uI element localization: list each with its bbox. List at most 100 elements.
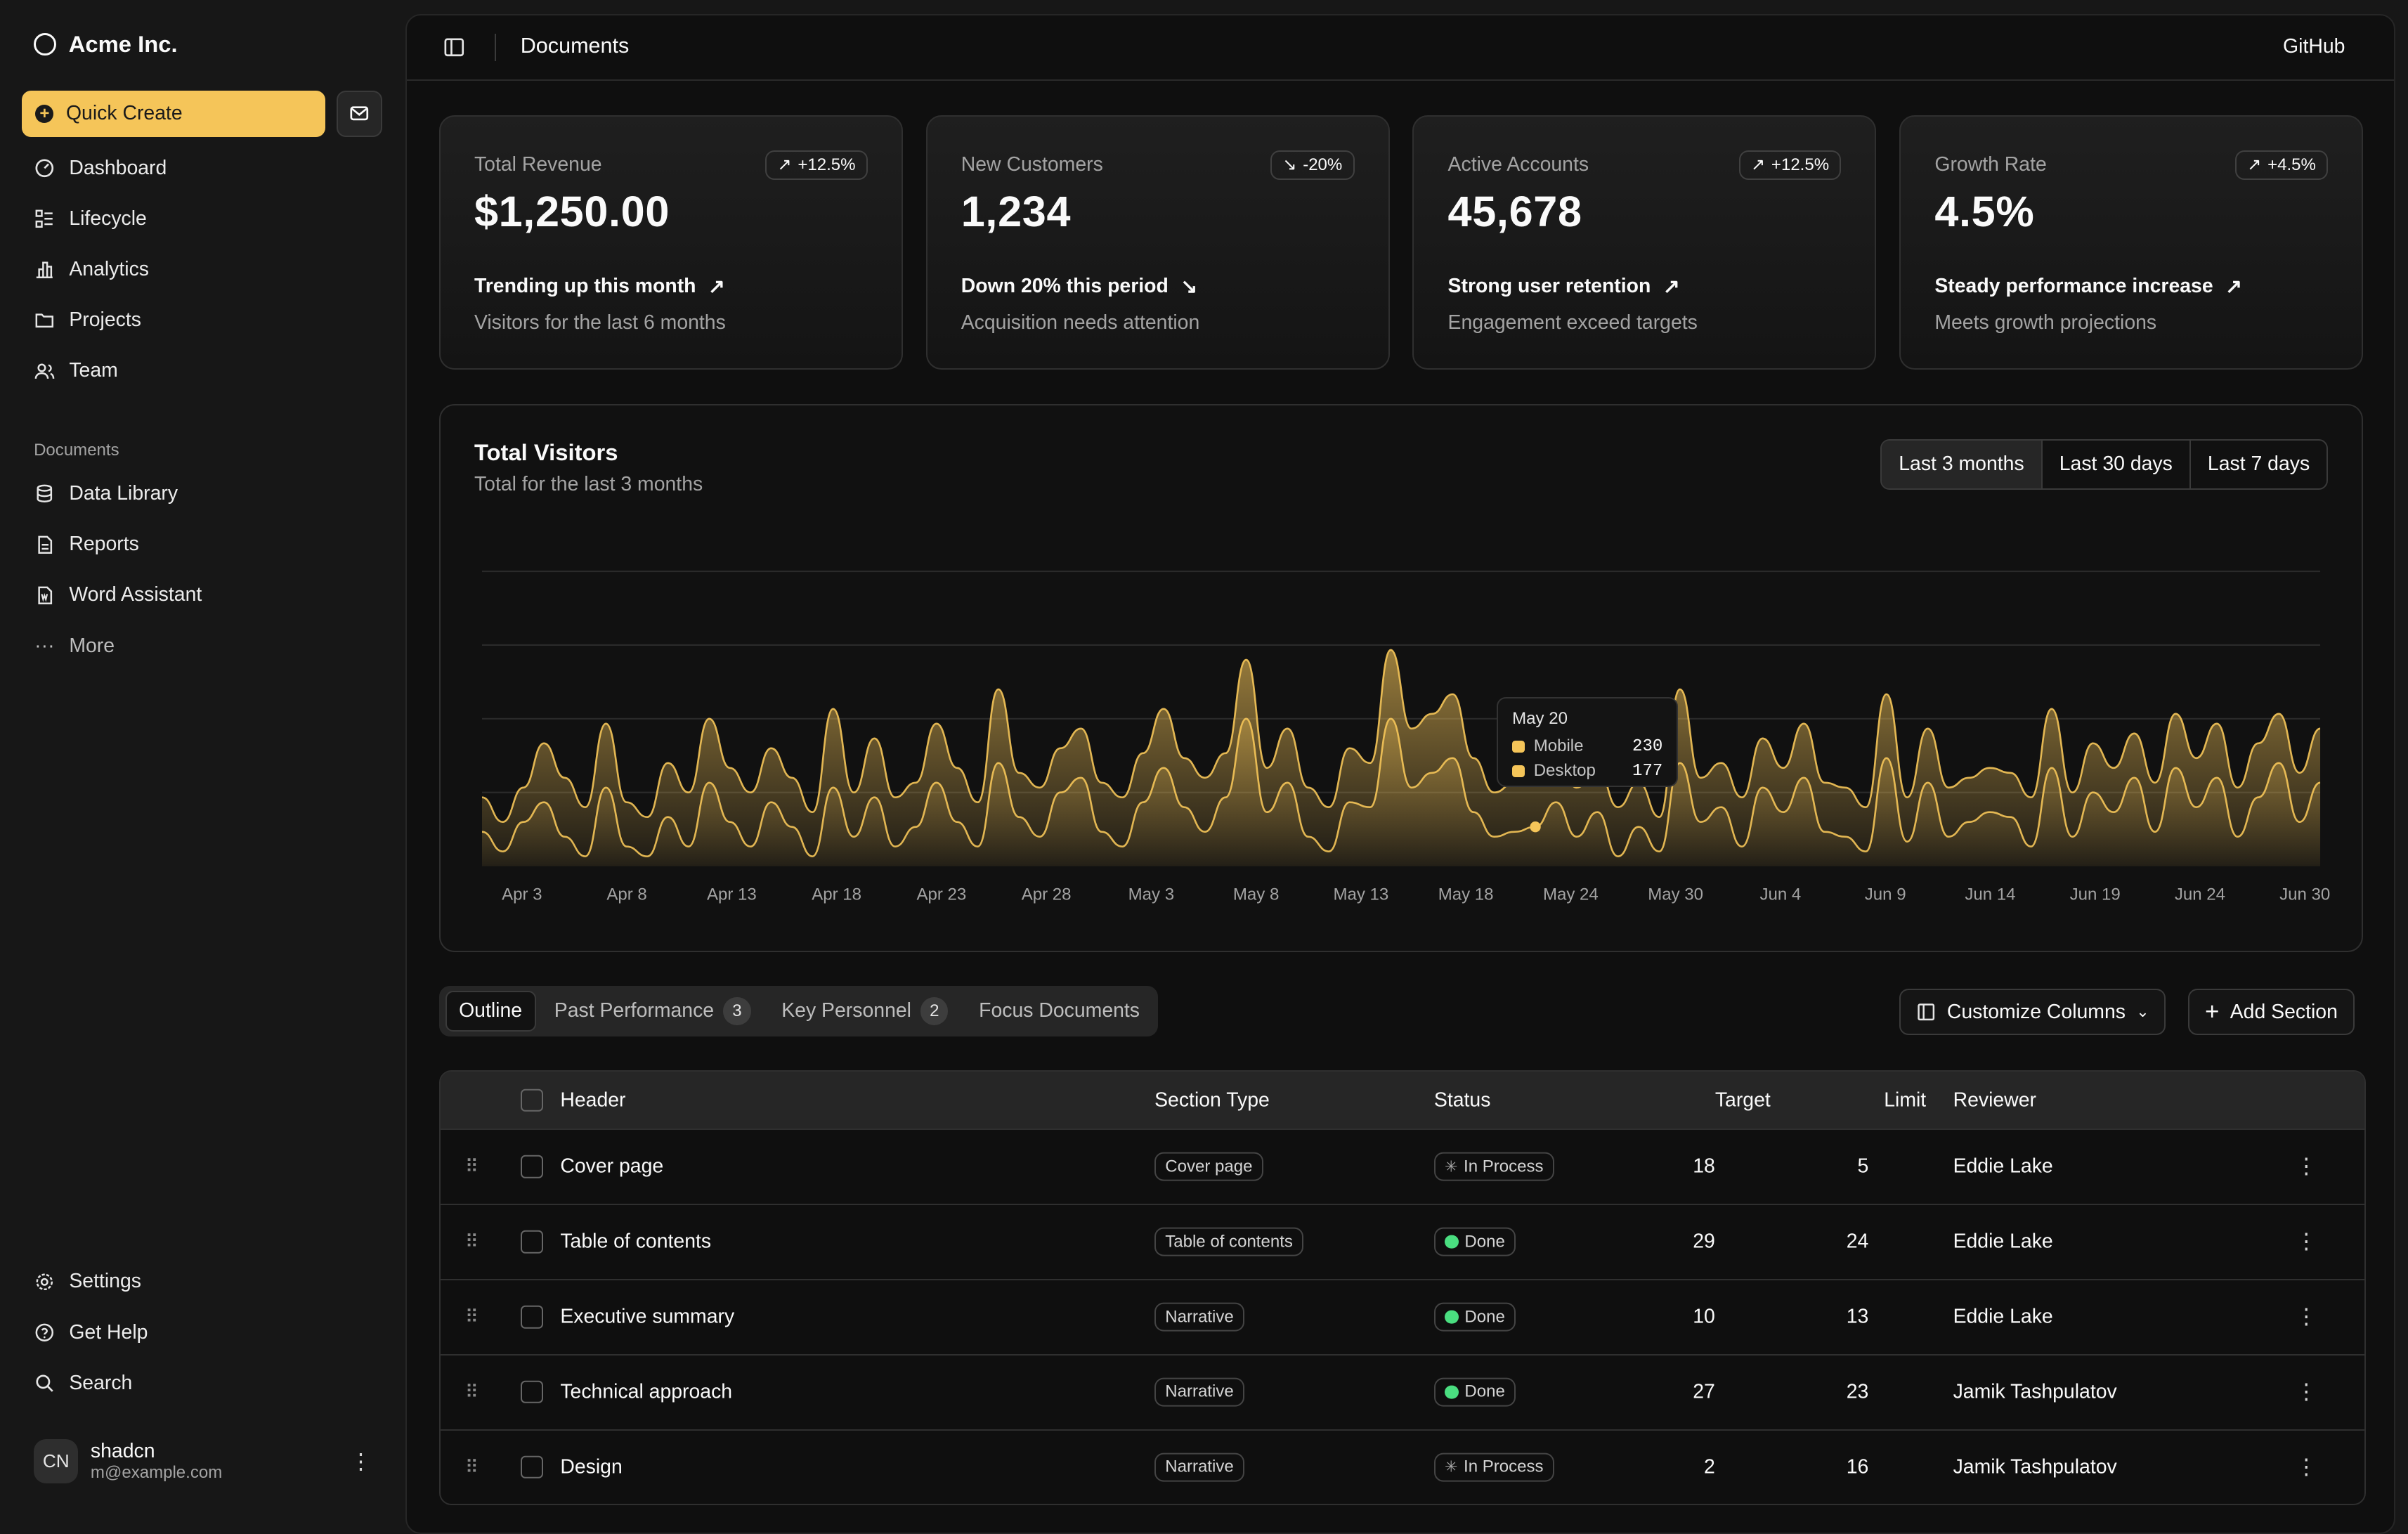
table-row[interactable]: ⠿ Design Narrative ✳ In Process 2 16 Jamik Tash…	[440, 1429, 2365, 1504]
reviewer-name[interactable]: Eddie Lake	[1953, 1306, 2053, 1329]
quick-create-label: Quick Create	[65, 102, 183, 125]
row-header[interactable]: Executive summary	[560, 1306, 734, 1329]
hover-point-desktop	[1530, 821, 1541, 832]
user-more-icon[interactable]: ⋮	[350, 1450, 372, 1474]
drag-handle-icon[interactable]: ⠿	[465, 1456, 479, 1478]
avatar: CN	[34, 1438, 79, 1484]
limit-value[interactable]: 16	[1807, 1455, 1869, 1478]
target-value[interactable]: 18	[1653, 1155, 1715, 1178]
chart-tooltip: May 20 Mobile 230 Desktop 177	[1497, 696, 1678, 788]
tab-key-personnel[interactable]: Key Personnel 2	[769, 989, 961, 1032]
row-header[interactable]: Technical approach	[560, 1381, 732, 1404]
target-value[interactable]: 27	[1653, 1381, 1715, 1404]
badge-text: Done	[1464, 1382, 1505, 1402]
table-row[interactable]: ⠿ Executive summary Narrative Done 10 13 Eddie…	[440, 1278, 2365, 1354]
status-badge: ✳ In Process	[1433, 1152, 1554, 1181]
sidebar-item-label: Settings	[69, 1270, 141, 1293]
sidebar-toggle-icon[interactable]	[443, 37, 465, 58]
badge-text: Narrative	[1165, 1382, 1234, 1402]
sidebar-item-data-library[interactable]: Data Library	[34, 482, 178, 505]
folder-icon	[35, 313, 54, 328]
limit-value[interactable]: 23	[1807, 1381, 1869, 1404]
metric-label: Growth Rate	[1934, 153, 2047, 176]
sidebar-item-settings[interactable]: Settings	[34, 1270, 141, 1293]
reviewer-name[interactable]: Eddie Lake	[1953, 1230, 2053, 1254]
select-all-checkbox[interactable]	[520, 1088, 543, 1112]
x-tick-label: Apr 23	[916, 885, 966, 904]
page-title: Documents	[520, 33, 630, 58]
trend-up-icon: ↗	[1662, 275, 1680, 298]
sidebar-item-reports[interactable]: Reports	[34, 533, 139, 556]
section-type-badge: Narrative	[1154, 1377, 1244, 1407]
row-actions-icon[interactable]: ⋮	[2296, 1230, 2317, 1254]
range-option-3-months[interactable]: Last 3 months	[1882, 440, 2041, 488]
limit-value[interactable]: 5	[1807, 1155, 1869, 1178]
row-header[interactable]: Cover page	[560, 1155, 663, 1178]
brand[interactable]: Acme Inc.	[34, 31, 178, 58]
table-row[interactable]: ⠿ Table of contents Table of contents Done 2…	[440, 1203, 2365, 1279]
reviewer-name[interactable]: Eddie Lake	[1953, 1155, 2053, 1178]
row-actions-icon[interactable]: ⋮	[2296, 1380, 2317, 1405]
topbar: Documents GitHub	[406, 15, 2395, 82]
column-status: Status	[1433, 1088, 1491, 1112]
user-menu[interactable]: CN shadcn m@example.com	[34, 1438, 222, 1484]
target-value[interactable]: 29	[1653, 1230, 1715, 1254]
sidebar-item-more[interactable]: ··· More	[34, 635, 115, 658]
sidebar-item-lifecycle[interactable]: Lifecycle	[34, 207, 147, 230]
sidebar-item-label: Reports	[69, 533, 139, 556]
sidebar-item-dashboard[interactable]: Dashboard	[34, 157, 167, 180]
trend-up-icon: ↗	[2225, 275, 2242, 298]
drag-handle-icon[interactable]: ⠿	[465, 1156, 479, 1178]
sidebar-item-analytics[interactable]: Analytics	[34, 258, 149, 281]
row-actions-icon[interactable]: ⋮	[2296, 1455, 2317, 1479]
limit-value[interactable]: 24	[1807, 1230, 1869, 1254]
row-header[interactable]: Design	[560, 1455, 622, 1478]
metric-card-new-customers: New Customers ↘ -20% 1,234 Down 20% this …	[925, 115, 1390, 370]
dots-icon: ···	[34, 634, 55, 657]
sidebar-item-search[interactable]: Search	[34, 1372, 132, 1395]
target-value[interactable]: 2	[1653, 1455, 1715, 1478]
reviewer-name[interactable]: Jamik Tashpulatov	[1953, 1381, 2117, 1404]
add-section-button[interactable]: + Add Section	[2188, 989, 2355, 1035]
sidebar-item-get-help[interactable]: Get Help	[34, 1321, 148, 1344]
tooltip-label: Desktop	[1533, 761, 1596, 781]
row-actions-icon[interactable]: ⋮	[2296, 1155, 2317, 1179]
users-icon	[34, 363, 55, 379]
target-value[interactable]: 10	[1653, 1306, 1715, 1329]
row-checkbox[interactable]	[520, 1305, 543, 1329]
drag-handle-icon[interactable]: ⠿	[465, 1231, 479, 1253]
inbox-button[interactable]	[336, 90, 383, 137]
section-type-badge: Cover page	[1154, 1152, 1263, 1181]
tab-outline[interactable]: Outline	[445, 990, 536, 1032]
x-tick-label: May 18	[1438, 885, 1494, 904]
table-row[interactable]: ⠿ Technical approach Narrative Done 27 23 Jami…	[440, 1353, 2365, 1429]
tab-focus-documents[interactable]: Focus Documents	[967, 992, 1152, 1031]
tooltip-value: 230	[1632, 736, 1663, 756]
check-circle-icon	[1444, 1310, 1459, 1324]
mail-icon	[350, 106, 369, 121]
github-link[interactable]: GitHub	[2283, 35, 2345, 58]
sidebar-item-projects[interactable]: Projects	[34, 308, 141, 332]
metric-label: New Customers	[961, 153, 1103, 176]
row-header[interactable]: Table of contents	[560, 1230, 711, 1254]
sidebar-item-team[interactable]: Team	[34, 359, 118, 382]
range-option-7-days[interactable]: Last 7 days	[2189, 440, 2326, 488]
range-option-30-days[interactable]: Last 30 days	[2041, 440, 2189, 488]
row-checkbox[interactable]	[520, 1230, 543, 1254]
metric-trend: Strong user retention ↗	[1448, 275, 1680, 299]
metric-value: 1,234	[961, 188, 1072, 236]
row-checkbox[interactable]	[520, 1455, 543, 1479]
sidebar-item-word-assistant[interactable]: Word Assistant	[34, 583, 202, 606]
metric-value: 45,678	[1447, 188, 1582, 236]
tab-past-performance[interactable]: Past Performance 3	[542, 989, 763, 1032]
customize-columns-button[interactable]: Customize Columns ⌄	[1899, 989, 2166, 1035]
drag-handle-icon[interactable]: ⠿	[465, 1306, 479, 1328]
row-checkbox[interactable]	[520, 1380, 543, 1404]
drag-handle-icon[interactable]: ⠿	[465, 1382, 479, 1403]
row-actions-icon[interactable]: ⋮	[2296, 1305, 2317, 1330]
table-row[interactable]: ⠿ Cover page Cover page ✳ In Process 18 5 Eddie…	[440, 1128, 2365, 1204]
reviewer-name[interactable]: Jamik Tashpulatov	[1953, 1455, 2117, 1478]
limit-value[interactable]: 13	[1807, 1306, 1869, 1329]
row-checkbox[interactable]	[520, 1155, 543, 1178]
quick-create-button[interactable]: + Quick Create	[21, 90, 326, 137]
